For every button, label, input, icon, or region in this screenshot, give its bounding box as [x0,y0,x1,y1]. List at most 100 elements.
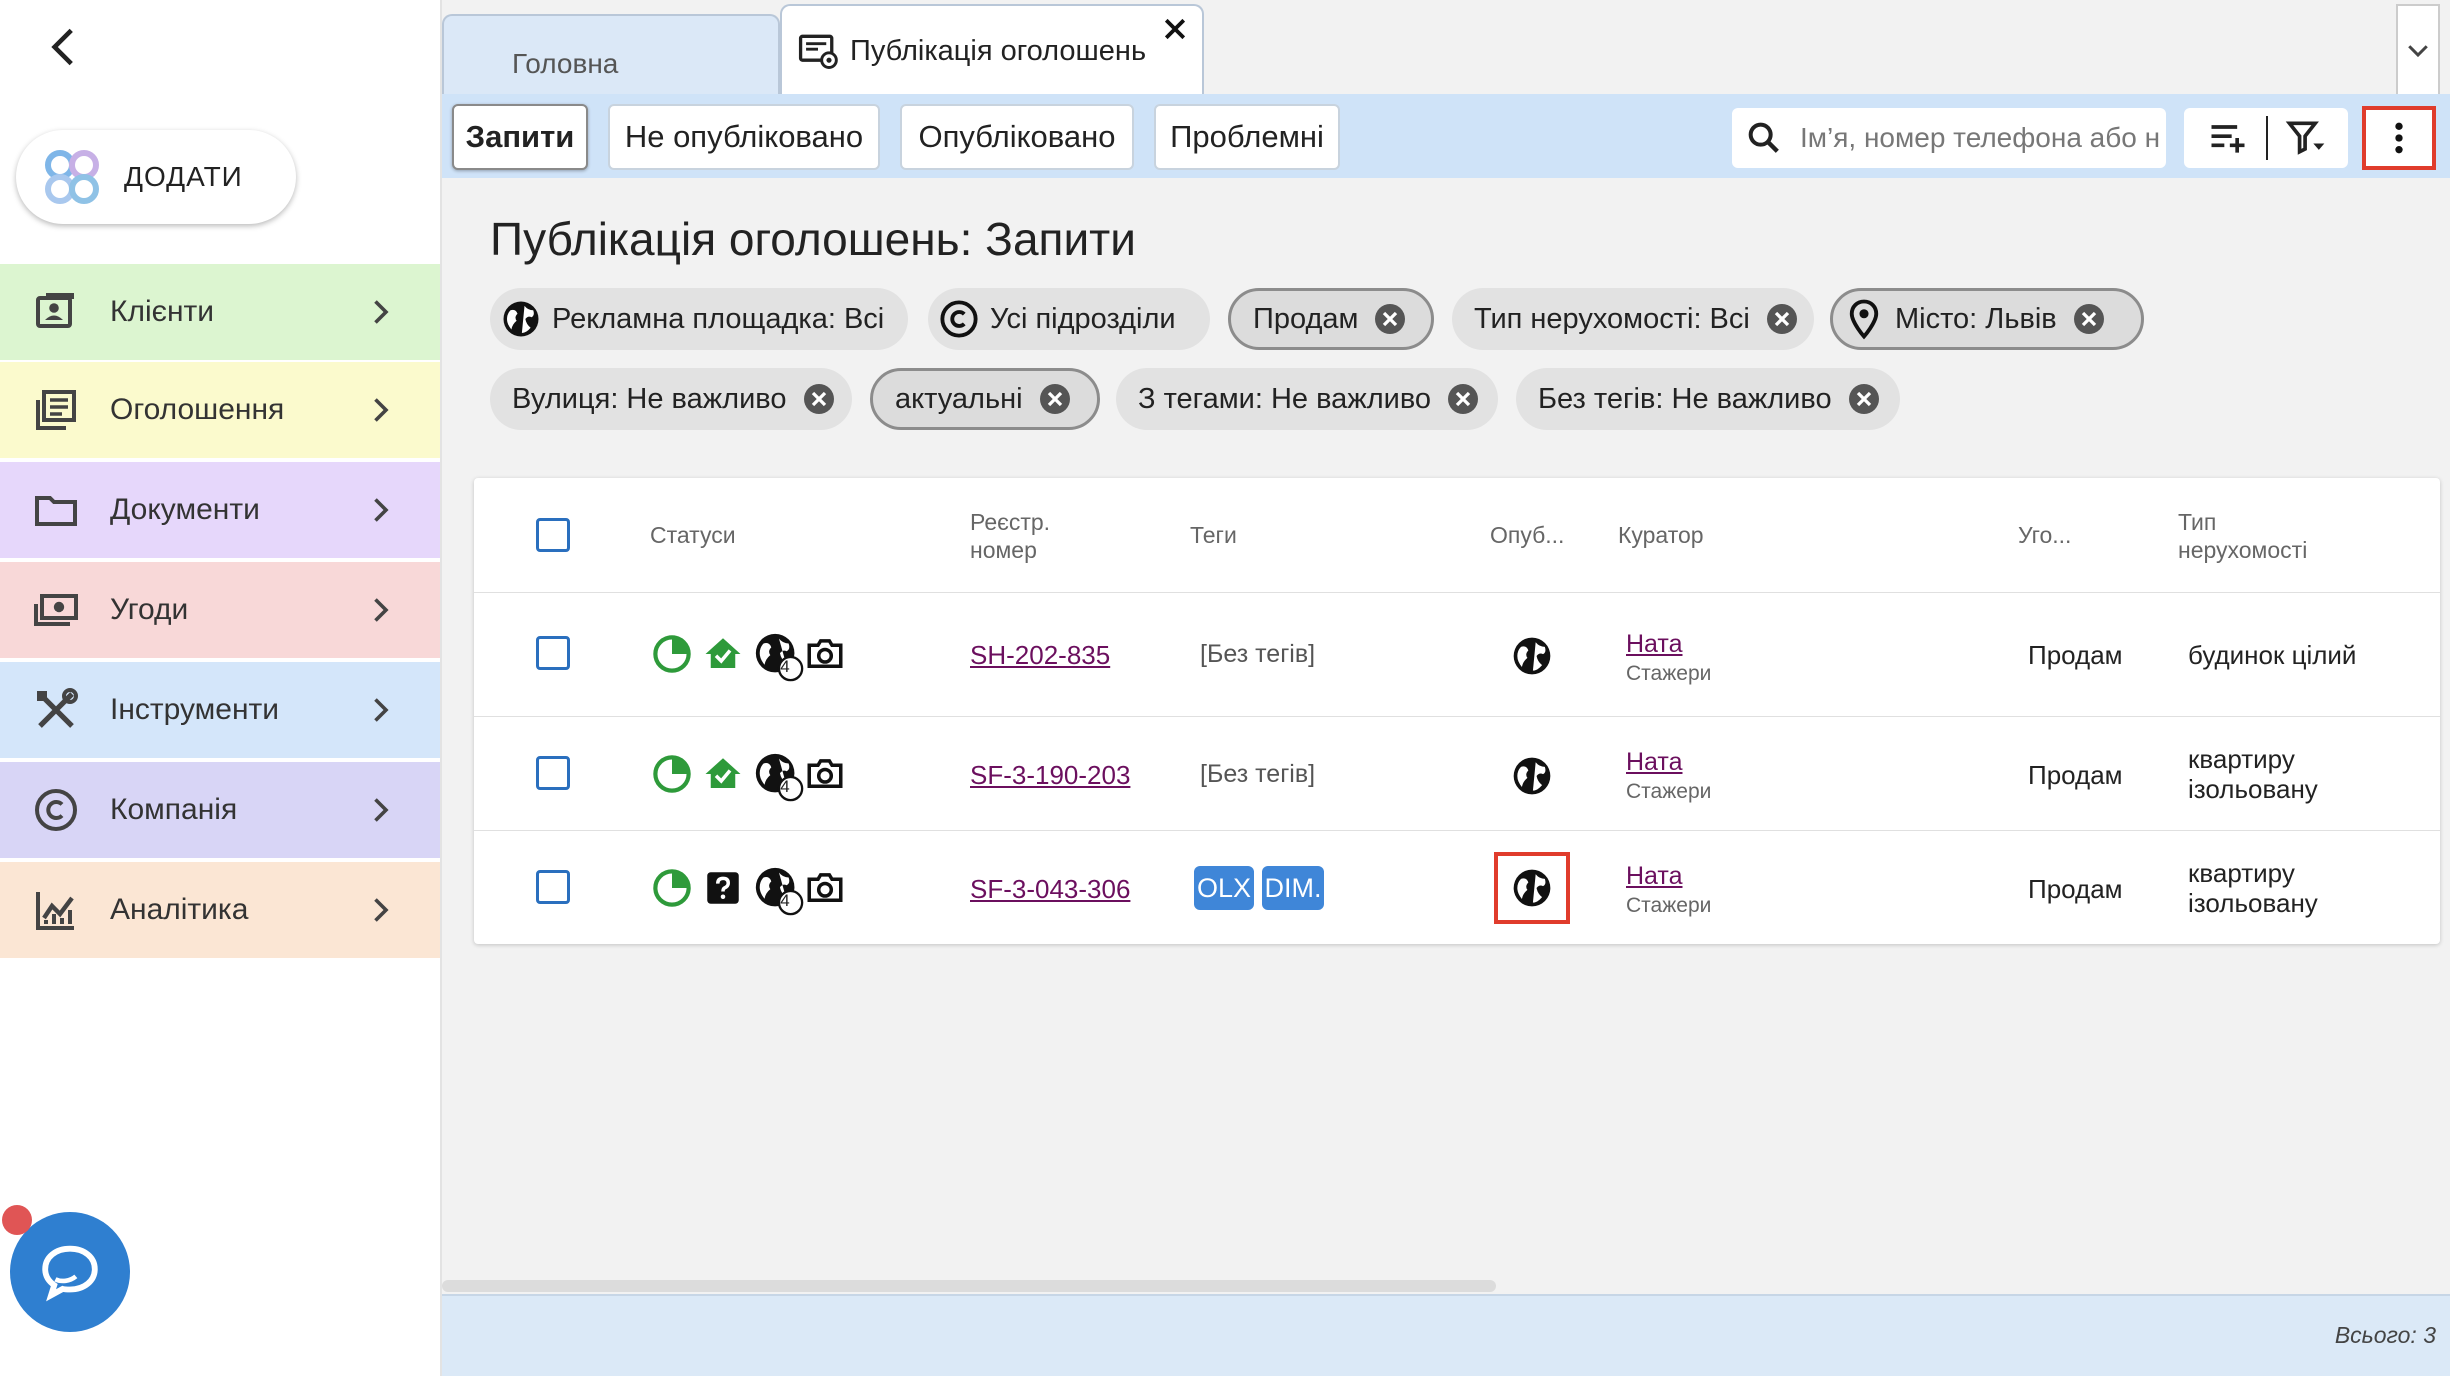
globe-icon[interactable] [1510,634,1554,678]
more-vertical-icon [2395,122,2403,154]
row-checkbox[interactable] [536,870,570,904]
curator-link[interactable]: Ната [1626,630,1682,659]
chevron-right-icon [374,300,389,324]
chevron-right-icon [374,798,389,822]
filter-chip-with-tags[interactable]: З тегами: Не важливо [1116,368,1498,430]
filter-chip-divisions[interactable]: Усі підрозділи [928,288,1210,350]
close-icon [1164,18,1186,40]
search-input[interactable] [1798,121,2162,155]
back-button[interactable] [40,22,90,72]
sidebar-item-deals[interactable]: Угоди [0,562,440,658]
filter-chip-actual[interactable]: актуальні [870,368,1100,430]
money-icon [34,594,78,626]
filter-list-add-icon [2211,125,2245,153]
header-line: номер [970,537,1037,563]
filter-chip-street[interactable]: Вулиця: Не важливо [490,368,852,430]
header-line: нерухомості [2178,537,2308,563]
column-header-curator[interactable]: Куратор [1618,521,1704,549]
curator-link[interactable]: Ната [1626,862,1682,891]
sidebar-item-clients[interactable]: Клієнти [0,264,440,360]
close-circle-icon[interactable] [1846,381,1882,417]
sidebar-item-tools[interactable]: Інструменти [0,662,440,758]
search-box [1732,108,2166,168]
curator-link[interactable]: Ната [1626,748,1682,777]
column-header-deal[interactable]: Уго... [2018,521,2071,549]
property-type-line: ізольовану [2188,774,2318,804]
curator-group: Стажери [1626,662,1712,685]
segment-requests[interactable]: Запити [452,104,588,170]
filter-chip-label: актуальні [895,382,1023,415]
segment-published[interactable]: Опубліковано [900,104,1134,170]
filter-chip-ad-platform[interactable]: Рекламна площадка: Всі [490,288,908,350]
chevron-left-icon [51,28,73,66]
filter-menu-button[interactable] [2276,108,2336,168]
chevron-right-icon [374,598,389,622]
sidebar-item-listings[interactable]: Оголошення [0,362,440,458]
sidebar: ДОДАТИ Клієнти Оголошення Документи Угод… [0,0,442,1376]
tag-dim[interactable]: DIM. [1262,866,1324,910]
tab-close-button[interactable] [1160,14,1190,44]
reg-number-link[interactable]: SH-202-835 [970,640,1110,671]
listing-icon [36,390,76,430]
pie-status-icon [653,635,691,673]
segment-problematic[interactable]: Проблемні [1154,104,1340,170]
filter-chip-without-tags[interactable]: Без тегів: Не важливо [1516,368,1900,430]
filter-chip-label: Рекламна площадка: Всі [552,302,885,335]
reg-number-link[interactable]: SF-3-043-306 [970,874,1130,905]
close-circle-icon[interactable] [1037,381,1073,417]
globe-icon[interactable] [1510,754,1554,798]
column-header-statuses[interactable]: Статуси [650,521,736,549]
tab-home[interactable]: Головна [442,14,780,96]
property-type-line: квартиру [2188,744,2295,774]
column-header-reg-number[interactable]: Реєстр. номер [970,508,1050,564]
row-checkbox[interactable] [536,636,570,670]
column-header-property-type[interactable]: Тип нерухомості [2178,508,2307,564]
sidebar-item-analytics[interactable]: Аналітика [0,862,440,958]
filter-chip-property-type[interactable]: Тип нерухомості: Всі [1452,288,1814,350]
property-type: будинок цілий [2188,640,2357,670]
analytics-icon [36,892,74,930]
chevron-down-icon [2408,45,2428,58]
tab-label: Публікація оголошень [850,34,1147,67]
close-circle-icon[interactable] [1372,301,1408,337]
header-line: Тип [2178,509,2217,535]
column-header-published[interactable]: Опуб... [1490,521,1564,549]
pie-status-icon [653,755,691,793]
close-circle-icon[interactable] [1445,381,1481,417]
add-button[interactable]: ДОДАТИ [16,130,296,224]
close-circle-icon[interactable] [801,381,837,417]
add-filter-button[interactable] [2198,108,2258,168]
reg-number-link[interactable]: SF-3-190-203 [970,760,1130,791]
scrollbar-thumb[interactable] [442,1280,1496,1292]
tabs-dropdown-button[interactable] [2396,4,2440,96]
select-all-checkbox[interactable] [536,518,570,552]
search-icon [1748,122,1779,153]
globe-badge-count: 4 [780,657,790,676]
globe-icon [1513,869,1551,907]
footer [442,1294,2450,1376]
chevron-right-icon [374,398,389,422]
camera-icon [807,873,843,902]
filter-chip-city[interactable]: Місто: Львів [1830,288,2144,350]
filter-chip-sale[interactable]: Продам [1228,288,1434,350]
published-highlight[interactable] [1494,852,1570,924]
sidebar-item-label: Аналітика [110,893,249,926]
filter-chip-label: Місто: Львів [1895,302,2057,335]
column-header-tags[interactable]: Теги [1190,521,1237,549]
sidebar-item-label: Угоди [110,593,189,626]
sidebar-item-label: Компанія [110,793,238,826]
more-options-button[interactable] [2362,106,2436,170]
tag-olx[interactable]: OLX [1194,866,1254,910]
sidebar-item-documents[interactable]: Документи [0,462,440,558]
pie-status-icon [653,869,691,907]
sidebar-item-company[interactable]: Компанія [0,762,440,858]
add-button-label: ДОДАТИ [124,161,243,192]
question-icon [707,872,739,904]
segment-unpublished[interactable]: Не опубліковано [608,104,880,170]
tab-publications[interactable]: Публікація оголошень [780,4,1204,96]
row-checkbox[interactable] [536,756,570,790]
notification-dot [2,1205,32,1235]
close-circle-icon[interactable] [1764,301,1800,337]
close-circle-icon[interactable] [2071,301,2107,337]
curator-group: Стажери [1626,780,1712,803]
